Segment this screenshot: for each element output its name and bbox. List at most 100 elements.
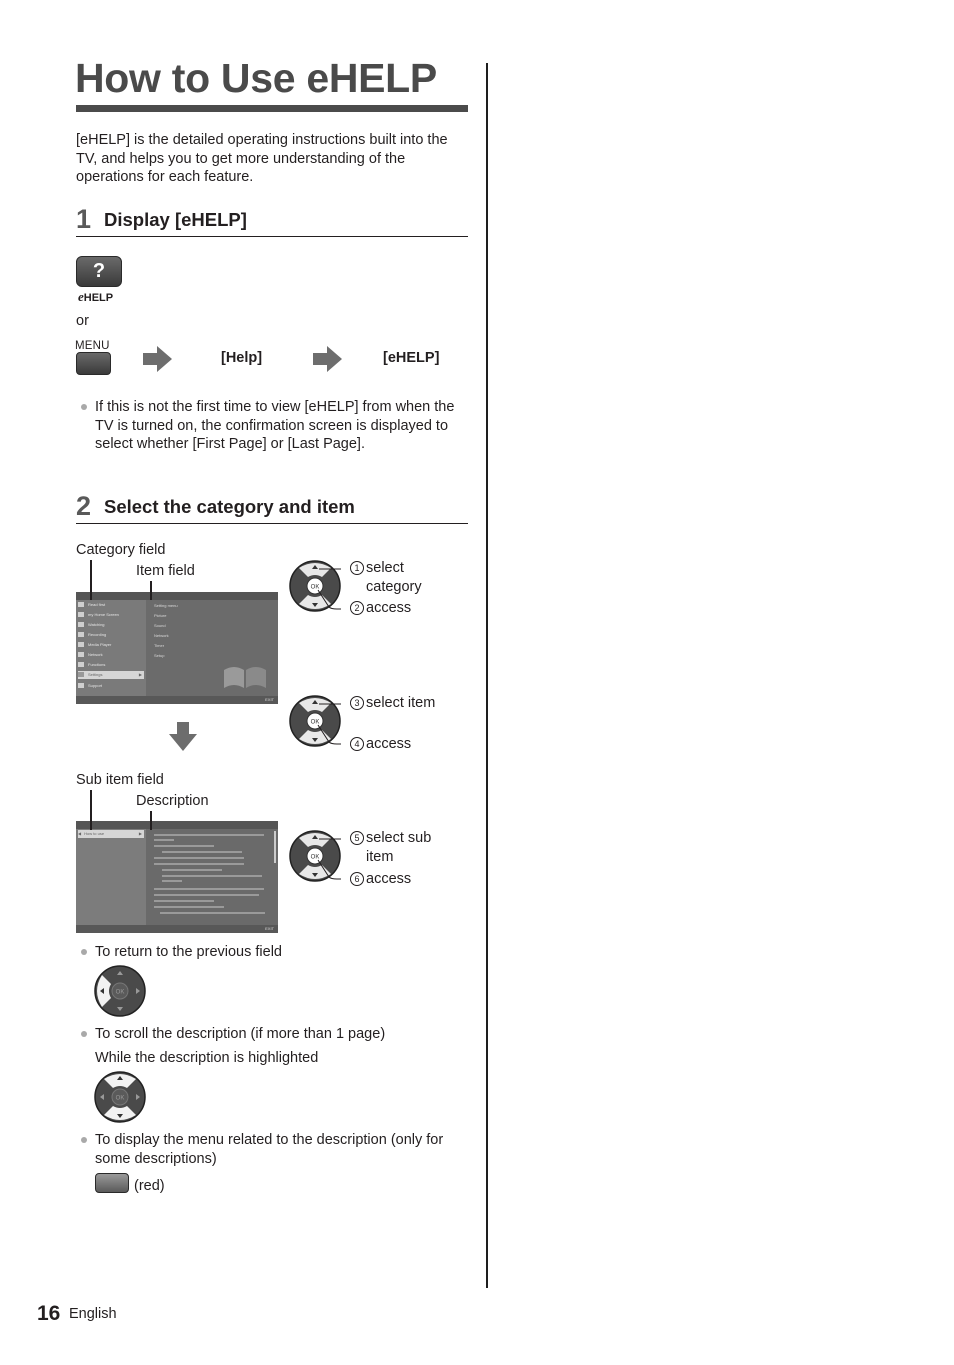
language-label: English	[69, 1306, 117, 1322]
description-text-line	[154, 863, 244, 865]
description-text-line	[154, 845, 214, 847]
item-entry: Setting menu	[154, 603, 178, 608]
item-entry: Network	[154, 633, 169, 638]
category-item: Network	[78, 651, 103, 659]
tip-return: To return to the previous field	[95, 944, 282, 960]
menu-button-label: MENU	[75, 340, 110, 352]
bullet-icon	[81, 1031, 87, 1037]
callout-select-item: 3 select item	[350, 694, 435, 713]
description-text-line	[162, 875, 262, 877]
first-time-note: If this is not the first time to view [e…	[95, 399, 455, 453]
or-text: or	[76, 313, 89, 329]
intro-paragraph: [eHELP] is the detailed operating instru…	[76, 132, 448, 185]
column-divider	[486, 63, 488, 1288]
callout-select-category: 1 select	[350, 559, 404, 578]
description-text-line	[162, 880, 182, 882]
description-text-line	[162, 869, 222, 871]
bullet-icon	[81, 404, 87, 410]
description-scrollbar[interactable]	[274, 831, 276, 863]
sub-item-field-label: Sub item field	[76, 772, 164, 788]
description-text-line	[160, 912, 265, 914]
description-pointer-line	[150, 811, 152, 830]
ok-cursor-pad-icon: OK	[289, 560, 341, 612]
arrow-right-icon	[313, 346, 342, 372]
category-item: Watching	[78, 621, 105, 629]
item-entry: Sound	[154, 623, 166, 628]
cursor-pad-up-down-icon: OK	[94, 1071, 146, 1123]
sub-item-pointer-line	[90, 790, 92, 830]
ehelp-screen-category: eHELP Read first my Home Screen Watching…	[76, 592, 278, 704]
description-text-line	[162, 851, 242, 853]
description-text-line	[154, 900, 214, 902]
tip-display-menu: To display the menu related to the descr…	[95, 1132, 444, 1167]
page-number: 16	[37, 1302, 61, 1325]
category-item: Functions	[78, 661, 105, 669]
bullet-icon	[81, 949, 87, 955]
path-ehelp: [eHELP]	[383, 350, 440, 366]
screen-header: eHELP	[76, 592, 278, 606]
callout-access-1: 2 access	[350, 599, 411, 618]
callout-select-category-line2: category	[366, 579, 422, 595]
ehelp-screen-description: Settings > Setting menu ◀How to use▶ EXI…	[76, 821, 278, 933]
category-item: Read first	[78, 601, 105, 609]
description-text-line	[154, 839, 174, 841]
red-button-note: (red)	[134, 1178, 165, 1194]
description-text-line	[154, 888, 264, 890]
svg-text:OK: OK	[116, 990, 125, 996]
screen-header: Settings > Setting menu	[76, 821, 278, 835]
description-text-line	[154, 906, 224, 908]
step-2-heading: 2 Select the category and item	[76, 491, 468, 524]
category-item: Media Player	[78, 641, 111, 649]
item-field-label: Item field	[136, 563, 195, 579]
question-mark-icon: ?	[92, 260, 106, 282]
sub-item-selected: ◀ How to use ▶	[78, 830, 144, 838]
item-pointer-line	[150, 581, 152, 600]
category-pointer-line	[90, 560, 92, 600]
item-entry: Picture	[154, 613, 167, 618]
step-1-heading: 1 Display [eHELP]	[76, 204, 468, 237]
exit-label: EXIT	[265, 697, 274, 702]
category-item: my Home Screen	[78, 611, 119, 619]
menu-button-icon	[76, 352, 111, 375]
category-item-selected: Settings ▶	[78, 671, 144, 679]
arrow-right-icon	[143, 346, 172, 372]
step-number: 1	[76, 204, 92, 234]
svg-text:OK: OK	[311, 585, 320, 591]
tip-scroll: To scroll the description (if more than …	[95, 1026, 386, 1042]
cursor-pad-left-icon: OK	[94, 965, 146, 1017]
ok-cursor-pad-icon: OK	[289, 695, 341, 747]
item-entry: Setup	[154, 653, 165, 658]
description-label: Description	[136, 793, 209, 809]
callout-access-3: 6 access	[350, 870, 411, 889]
callout-select-sub-item-line2: item	[366, 849, 394, 865]
bullet-icon	[81, 1137, 87, 1143]
svg-text:OK: OK	[116, 1096, 125, 1102]
ok-cursor-pad-icon: OK	[289, 830, 341, 882]
screen-footer: EXIT	[76, 925, 278, 933]
ehelp-label-text: HELP	[83, 292, 114, 304]
svg-text:OK: OK	[311, 720, 320, 726]
arrow-down-icon	[169, 722, 197, 751]
book-icon	[224, 667, 266, 688]
callout-access-2: 4 access	[350, 735, 411, 754]
category-item: Recording	[78, 631, 106, 639]
description-text-line	[154, 894, 259, 896]
exit-label: EXIT	[265, 926, 274, 931]
step-title: Select the category and item	[104, 496, 355, 517]
step-number: 2	[76, 491, 92, 521]
sub-item-field	[76, 829, 146, 925]
description-text-line	[154, 857, 244, 859]
category-field-label: Category field	[76, 542, 166, 558]
category-item: Support	[78, 682, 102, 690]
title-underline	[76, 105, 468, 112]
description-text-line	[154, 834, 264, 836]
page-title: How to Use eHELP	[75, 55, 437, 101]
ehelp-button-icon: ?	[76, 256, 122, 287]
tip-scroll-sub: While the description is highlighted	[95, 1050, 319, 1066]
item-entry: Timer	[154, 643, 165, 648]
ehelp-button-label: eHELP	[78, 289, 113, 305]
callout-select-sub-item: 5 select sub	[350, 829, 431, 848]
step-title: Display [eHELP]	[104, 209, 247, 230]
svg-text:OK: OK	[311, 855, 320, 861]
screen-footer: EXIT	[76, 696, 278, 704]
